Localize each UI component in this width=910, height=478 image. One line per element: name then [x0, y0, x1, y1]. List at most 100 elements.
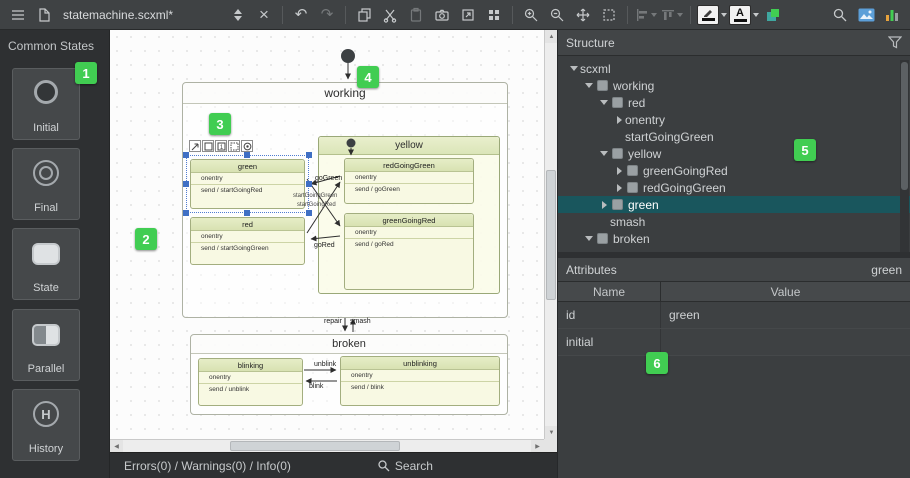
zoom-out-icon[interactable]	[545, 3, 569, 27]
state-greenGoingRed[interactable]: greenGoingRed onentry send / goRed	[344, 213, 474, 290]
screenshot-icon[interactable]	[430, 3, 454, 27]
scroll-left-icon[interactable]: ◀	[110, 440, 123, 452]
panel-toggle-icon[interactable]	[6, 3, 30, 27]
expand-arrow-icon[interactable]	[613, 116, 625, 124]
issues-counter[interactable]: Errors(0) / Warnings(0) / Info(0)	[124, 459, 291, 473]
navigator-grid-icon[interactable]	[482, 3, 506, 27]
tree-item-smash[interactable]: smash	[558, 213, 910, 230]
text-color-button[interactable]: A	[729, 3, 759, 27]
fit-to-view-icon[interactable]	[571, 3, 595, 27]
tree-item-startGoingGreen[interactable]: startGoingGreen	[558, 128, 910, 145]
transition-smash[interactable]: smash	[350, 318, 371, 326]
horizontal-scrollbar[interactable]: ◀ ▶	[110, 439, 544, 452]
tree-scroll-thumb[interactable]	[901, 62, 908, 190]
transition-repair[interactable]: repair	[324, 318, 342, 326]
selection-handle[interactable]	[306, 210, 312, 216]
add-final-tool-icon[interactable]	[228, 140, 240, 152]
toolbar-separator	[627, 6, 628, 24]
status-search[interactable]: Search	[377, 459, 433, 473]
scrollbar-corner	[544, 439, 557, 452]
undo-icon[interactable]: ↶	[289, 3, 313, 27]
horizontal-scroll-thumb[interactable]	[230, 441, 400, 451]
fill-color-button[interactable]	[697, 3, 727, 27]
add-state-tool-icon[interactable]	[202, 140, 214, 152]
selection-handle[interactable]	[183, 152, 189, 158]
attribute-value[interactable]	[661, 329, 910, 355]
selection-handle[interactable]	[244, 210, 250, 216]
palette-item-final[interactable]: Final	[12, 148, 80, 220]
export-icon[interactable]	[456, 3, 480, 27]
align-horizontal-icon[interactable]	[634, 3, 658, 27]
align-vertical-icon[interactable]	[660, 3, 684, 27]
expand-arrow-icon[interactable]	[598, 151, 610, 156]
scroll-down-icon[interactable]: ▼	[545, 426, 557, 439]
transition-goRed[interactable]: goRed	[314, 242, 335, 250]
state-redGoingGreen[interactable]: redGoingGreen onentry send / goGreen	[344, 158, 474, 204]
state-node-icon	[612, 97, 623, 108]
tree-item-scxml[interactable]: scxml	[558, 60, 910, 77]
expand-arrow-icon[interactable]	[613, 167, 625, 175]
selection-handle[interactable]	[244, 152, 250, 158]
tree-item-broken[interactable]: broken	[558, 230, 910, 247]
copy-icon[interactable]	[352, 3, 376, 27]
color-theme-icon[interactable]	[761, 3, 785, 27]
expand-arrow-icon[interactable]	[568, 66, 580, 71]
transition-blink[interactable]: blink	[309, 383, 323, 391]
tree-item-redGoingGreen[interactable]: redGoingGreen	[558, 179, 910, 196]
search-magnifier-icon[interactable]	[828, 3, 852, 27]
pan-tool-icon[interactable]	[597, 3, 621, 27]
vertical-scrollbar[interactable]: ▲ ▼	[544, 30, 557, 439]
add-history-tool-icon[interactable]	[241, 140, 253, 152]
transition-startGoingRed[interactable]: startGoingRed	[297, 201, 336, 209]
tree-item-onentry[interactable]: onentry	[558, 111, 910, 128]
attribute-row-id: id green	[558, 302, 910, 329]
zoom-in-icon[interactable]	[519, 3, 543, 27]
state-red[interactable]: red onentry send / startGoingGreen	[190, 217, 305, 265]
state-green[interactable]: green onentry send / startGoingRed	[190, 159, 305, 209]
expand-arrow-icon[interactable]	[598, 100, 610, 105]
palette-item-history[interactable]: H History	[12, 389, 80, 461]
expand-arrow-icon[interactable]	[598, 201, 610, 209]
column-value[interactable]: Value	[661, 282, 910, 301]
close-document-icon[interactable]: ×	[252, 3, 276, 27]
redo-icon[interactable]: ↷	[315, 3, 339, 27]
state-unblinking[interactable]: unblinking onentry send / blink	[340, 356, 500, 406]
palette-item-parallel[interactable]: Parallel	[12, 309, 80, 381]
palette-item-state[interactable]: State	[12, 228, 80, 300]
selection-handle[interactable]	[183, 210, 189, 216]
chevron-down-icon	[651, 13, 657, 17]
vertical-scroll-thumb[interactable]	[546, 170, 556, 300]
selection-handle[interactable]	[306, 152, 312, 158]
attribute-value[interactable]: green	[661, 302, 910, 328]
tree-item-greenGoingRed[interactable]: greenGoingRed	[558, 162, 910, 179]
toolbar-separator	[282, 6, 283, 24]
resize-tool-icon[interactable]	[189, 140, 201, 152]
transition-goGreen[interactable]: goGreen	[315, 175, 342, 183]
document-switcher-icon[interactable]	[226, 3, 250, 27]
selection-handle[interactable]	[183, 181, 189, 187]
expand-arrow-icon[interactable]	[583, 83, 595, 88]
statistics-icon[interactable]	[880, 3, 904, 27]
add-initial-tool-icon[interactable]: 1	[215, 140, 227, 152]
filter-icon[interactable]	[888, 36, 902, 49]
diagram-canvas[interactable]: working yellow green onentry send / star…	[110, 30, 557, 452]
image-preview-icon[interactable]	[854, 3, 878, 27]
scroll-right-icon[interactable]: ▶	[531, 440, 544, 452]
palette-item-initial[interactable]: Initial	[12, 68, 80, 140]
tree-scrollbar[interactable]	[900, 60, 909, 252]
state-blinking[interactable]: blinking onentry send / unblink	[198, 358, 303, 406]
scroll-up-icon[interactable]: ▲	[545, 30, 557, 43]
transition-unblink[interactable]: unblink	[314, 361, 336, 369]
tree-item-green[interactable]: green	[558, 196, 910, 213]
paste-icon[interactable]	[404, 3, 428, 27]
cut-icon[interactable]	[378, 3, 402, 27]
tree-item-working[interactable]: working	[558, 77, 910, 94]
transition-startGoingGreen[interactable]: startGoingGreen	[293, 192, 337, 200]
column-name[interactable]: Name	[558, 282, 661, 301]
expand-arrow-icon[interactable]	[613, 184, 625, 192]
tree-item-yellow[interactable]: yellow	[558, 145, 910, 162]
document-title[interactable]: statemachine.scxml*	[58, 8, 224, 22]
tree-item-red[interactable]: red	[558, 94, 910, 111]
expand-arrow-icon[interactable]	[583, 236, 595, 241]
selection-handle[interactable]	[306, 181, 312, 187]
